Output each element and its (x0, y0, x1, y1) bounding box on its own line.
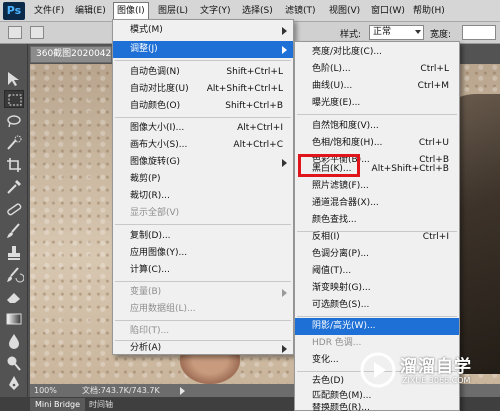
menu-item-apply-image[interactable]: 应用图像(Y)... (113, 245, 293, 262)
menu-help[interactable]: 帮助(H) (413, 4, 445, 18)
menu-item-posterize[interactable]: 色调分离(P)... (295, 246, 459, 263)
pen-tool-icon[interactable] (4, 374, 24, 392)
tools-panel (0, 44, 28, 397)
menu-item-photo-filter[interactable]: 照片滤镜(F)... (295, 178, 459, 195)
menu-select[interactable]: 选择(S) (242, 4, 273, 18)
menu-item-gradient-map[interactable]: 渐变映射(G)... (295, 280, 459, 297)
menu-item-auto-contrast[interactable]: 自动对比度(U) Alt+Shift+Ctrl+L (113, 81, 293, 98)
menu-item-auto-tone[interactable]: 自动色调(N) Shift+Ctrl+L (113, 64, 293, 81)
submenu-arrow-icon (282, 345, 287, 353)
menu-item-trap: 陷印(T)... (130, 326, 170, 336)
lasso-tool-icon[interactable] (4, 112, 24, 130)
menu-item-image-size[interactable]: 图像大小(I)... Alt+Ctrl+I (113, 120, 293, 137)
image-menu: 模式(M) 调整(J) 自动色调(N) Shift+Ctrl+L 自动对比度(U)… (112, 19, 294, 355)
menu-item-curves[interactable]: 曲线(U)... Ctrl+M (295, 78, 459, 95)
watermark: 溜溜自学 ZIXUE.3066.COM (360, 348, 500, 392)
menu-item-color-lookup[interactable]: 颜色查找... (295, 212, 459, 229)
menu-edit[interactable]: 编辑(E) (75, 4, 106, 18)
tab-timeline[interactable]: 时间轴 (84, 398, 118, 411)
marquee-preset-icon[interactable] (8, 26, 22, 39)
tab-mini-bridge[interactable]: Mini Bridge (30, 398, 86, 411)
blur-tool-icon[interactable] (4, 332, 24, 350)
menu-view[interactable]: 视图(V) (329, 4, 360, 18)
style-value: 正常 (373, 27, 392, 37)
menu-item-exposure[interactable]: 曝光度(E)... (295, 95, 459, 112)
eyedropper-tool-icon[interactable] (4, 178, 24, 196)
menu-item-apply-data-set: 应用数据组(L)... (130, 304, 196, 314)
style-select[interactable]: 正常 (369, 25, 424, 40)
eraser-tool-icon[interactable] (4, 288, 24, 306)
menu-item-crop[interactable]: 裁剪(P) (113, 171, 293, 188)
menu-item-invert[interactable]: 反相(I) Ctrl+I (295, 229, 459, 246)
dodge-tool-icon[interactable] (4, 354, 24, 372)
menu-item-image-rotation[interactable]: 图像旋转(G) (113, 154, 293, 171)
menu-item-variables: 变量(B) (113, 284, 293, 301)
menu-item-calculations[interactable]: 计算(C)... (113, 262, 293, 279)
gradient-tool-icon[interactable] (4, 310, 24, 328)
menu-item-replace-color[interactable]: 替换颜色(R)... (295, 403, 459, 411)
zoom-level[interactable]: 100% (34, 384, 57, 397)
menu-item-brightness-contrast[interactable]: 亮度/对比度(C)... (295, 44, 459, 61)
document-info: 文档:743.7K/743.7K (82, 386, 160, 395)
brush-tool-icon[interactable] (4, 222, 24, 240)
watermark-title: 溜溜自学 (400, 357, 472, 377)
menu-item-duplicate[interactable]: 复制(D)... (113, 228, 293, 245)
menu-file[interactable]: 文件(F) (34, 4, 64, 18)
clone-stamp-tool-icon[interactable] (4, 244, 24, 262)
menu-layer[interactable]: 图层(L) (158, 4, 188, 18)
highlight-callout-box (298, 154, 360, 177)
photoshop-logo: Ps (3, 2, 25, 20)
menu-item-trim[interactable]: 裁切(R)... (113, 188, 293, 205)
submenu-arrow-icon (282, 159, 287, 167)
history-brush-tool-icon[interactable] (4, 266, 24, 284)
menu-item-threshold[interactable]: 阈值(T)... (295, 263, 459, 280)
menu-item-adjustments[interactable]: 调整(J) (113, 41, 293, 58)
submenu-arrow-icon (282, 27, 287, 35)
play-logo-icon (360, 352, 396, 388)
healing-brush-tool-icon[interactable] (4, 200, 24, 218)
menu-item-channel-mixer[interactable]: 通道混合器(X)... (295, 195, 459, 212)
status-menu-arrow-icon[interactable] (180, 387, 185, 395)
menu-item-shadows-highlights[interactable]: 阴影/高光(W)... (295, 318, 459, 335)
new-selection-icon[interactable] (30, 26, 44, 39)
menu-item-vibrance[interactable]: 自然饱和度(V)... (295, 118, 459, 135)
menu-item-mode[interactable]: 模式(M) (113, 22, 293, 39)
crop-tool-icon[interactable] (4, 156, 24, 174)
menu-item-hue-saturation[interactable]: 色相/饱和度(H)... Ctrl+U (295, 135, 459, 152)
menu-type[interactable]: 文字(Y) (200, 4, 231, 18)
style-label: 样式: (340, 30, 362, 40)
width-input[interactable] (462, 25, 496, 40)
submenu-arrow-icon (282, 289, 287, 297)
menu-window[interactable]: 窗口(W) (371, 4, 405, 18)
menu-item-selective-color[interactable]: 可选颜色(S)... (295, 297, 459, 314)
menu-item-reveal-all: 显示全部(V) (130, 208, 180, 218)
width-label: 宽度: (430, 30, 452, 40)
submenu-arrow-icon (282, 46, 287, 54)
menu-item-canvas-size[interactable]: 画布大小(S)... Alt+Ctrl+C (113, 137, 293, 154)
menu-item-levels[interactable]: 色阶(L)... Ctrl+L (295, 61, 459, 78)
watermark-url: ZIXUE.3066.COM (402, 376, 471, 385)
chevron-down-icon (415, 30, 421, 34)
menu-item-analysis[interactable]: 分析(A) (113, 342, 293, 355)
menu-filter[interactable]: 滤镜(T) (285, 4, 316, 18)
quick-select-tool-icon[interactable] (4, 134, 24, 152)
document-tab[interactable]: 360截图20200423 (30, 46, 112, 63)
move-tool-icon[interactable] (4, 70, 24, 88)
marquee-tool-icon[interactable] (4, 90, 24, 108)
menu-item-auto-color[interactable]: 自动颜色(O) Shift+Ctrl+B (113, 98, 293, 115)
